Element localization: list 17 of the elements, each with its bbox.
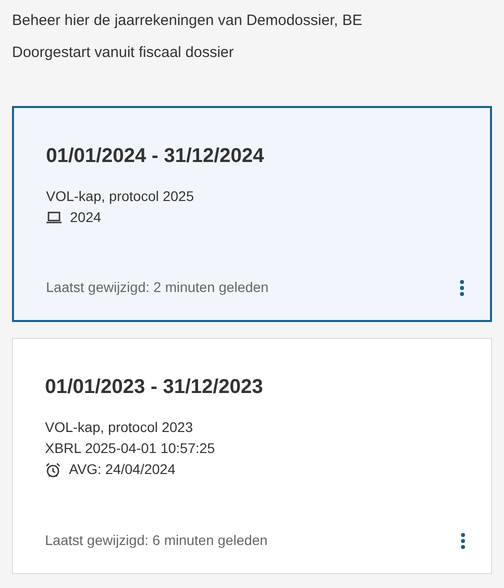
more-options-icon[interactable]: [460, 280, 464, 296]
card-detail: VOL-kap, protocol 2023: [45, 418, 193, 437]
more-options-icon[interactable]: [461, 532, 465, 548]
year-card[interactable]: 01/01/2024 - 31/12/2024 VOL-kap, protocol 2025 2024 Laatst gewijzigd: 2 minuten geleden: [12, 106, 492, 322]
card-detail: AVG: 24/04/2024: [69, 460, 176, 479]
intro-text: Beheer hier de jaarrekeningen van Demodossier, BE: [12, 11, 364, 31]
alarm-clock-icon: [45, 462, 61, 478]
intro-text: Doorgestart vanuit fiscaal dossier: [12, 43, 235, 63]
laptop-icon: [46, 211, 62, 224]
period-title: 01/01/2023 - 31/12/2023: [45, 375, 264, 400]
last-modified-text: Laatst gewijzigd: 2 minuten geleden: [46, 278, 269, 297]
card-detail: XBRL 2025-04-01 10:57:25: [45, 439, 215, 458]
card-detail: 2024: [70, 208, 102, 227]
card-detail: VOL-kap, protocol 2025: [46, 187, 194, 206]
period-title: 01/01/2024 - 31/12/2024: [46, 144, 265, 169]
last-modified-text: Laatst gewijzigd: 6 minuten geleden: [45, 531, 268, 550]
year-card[interactable]: 01/01/2023 - 31/12/2023 VOL-kap, protocol 2023 XBRL 2025-04-01 10:57:25 AVG: 24/04/2024 Laatst gewijzigd: 6 minuten geleden: [12, 338, 492, 574]
